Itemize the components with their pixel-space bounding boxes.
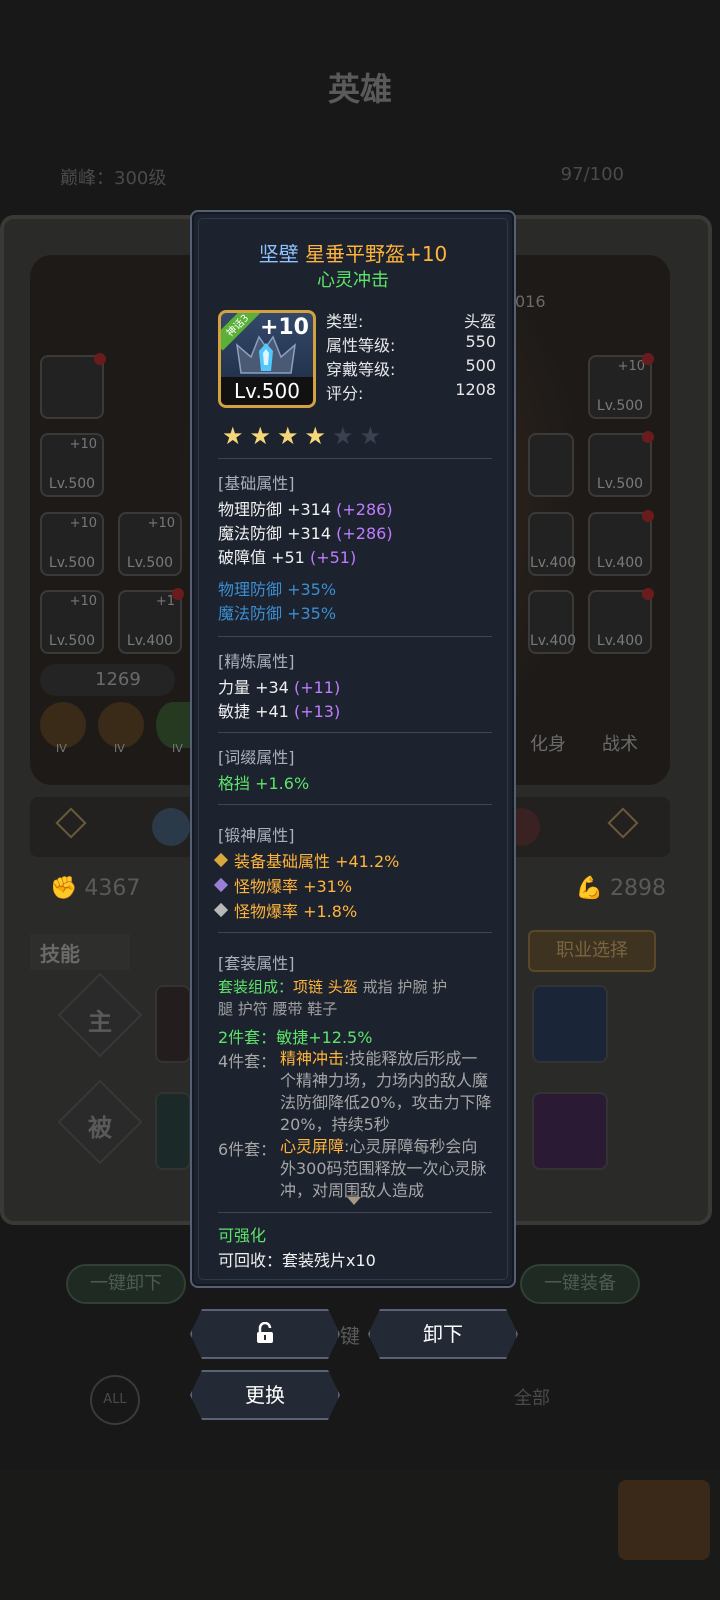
equip-slot[interactable]: +1 Lv.400	[118, 588, 184, 654]
skill-slot[interactable]	[155, 1092, 191, 1170]
bg-key-char: 键	[340, 1324, 360, 1348]
affix-line: 格挡 +1.6%	[218, 774, 310, 793]
skill-slot[interactable]	[532, 985, 608, 1063]
left-power: ✊ 4367	[50, 876, 141, 901]
base-attr-line: 物理防御 +314 (+286)	[218, 500, 393, 519]
set4-desc: 精神冲击:技能释放后形成一个精神力场，力场内的敌人魔法防御降低20%，攻击力下降…	[280, 1049, 492, 1134]
purple-diamond-icon	[213, 877, 229, 893]
equip-slot[interactable]: Lv.400	[588, 588, 654, 654]
star-filled-icon: ★	[222, 422, 244, 450]
all-filter-label[interactable]: 全部	[514, 1384, 550, 1410]
forge-header: [锻神属性]	[218, 826, 295, 845]
base-pct-line: 物理防御 +35%	[218, 580, 337, 599]
unequip-all-button[interactable]: 一键卸下	[66, 1264, 186, 1304]
item-tooltip: 坚壁 星垂平野盔+10 心灵冲击 神话3 +10 Lv.500 类型: 头盔 属性…	[190, 210, 516, 1288]
star-filled-icon: ★	[304, 422, 327, 450]
info-row: 属性等级: 550	[326, 332, 496, 355]
orb-tier-label: IV	[172, 742, 183, 755]
item-name: 星垂平野盔+10	[305, 242, 448, 266]
screen-title: 英雄	[327, 70, 392, 108]
set-header: [套装属性]	[218, 954, 295, 973]
divider	[218, 636, 492, 637]
equip-slot[interactable]: Lv.400	[528, 512, 576, 576]
divider	[218, 458, 492, 459]
equip-all-button[interactable]: 一键装备	[520, 1264, 640, 1304]
refine-line: 力量 +34 (+11)	[218, 678, 341, 697]
item-level: Lv.500	[221, 377, 313, 405]
equip-slot[interactable]	[40, 353, 106, 419]
star-filled-icon: ★	[249, 422, 272, 450]
lock-button[interactable]	[190, 1309, 340, 1359]
base-attr-header: [基础属性]	[218, 474, 295, 493]
skill-slot[interactable]	[155, 985, 191, 1063]
skills-tab[interactable]: 技能	[30, 934, 130, 970]
info-row: 穿戴等级: 500	[326, 356, 496, 379]
forge-line: 怪物爆率 +31%	[212, 873, 352, 897]
orb-tier-label: IV	[56, 742, 67, 755]
orb-tier-label: IV	[114, 742, 125, 755]
item-title: 坚壁 星垂平野盔+10	[192, 238, 514, 267]
base-attr-line: 魔法防御 +314 (+286)	[218, 524, 393, 543]
water-element-icon[interactable]	[152, 808, 190, 846]
scroll-down-icon[interactable]	[347, 1197, 361, 1205]
power-badge: 1269	[40, 664, 175, 696]
unequip-button[interactable]: 卸下	[368, 1309, 518, 1359]
lock-icon	[255, 1322, 275, 1344]
base-pct-line: 魔法防御 +35%	[218, 604, 337, 623]
transform-button[interactable]: 化身	[530, 700, 566, 756]
recycle-label: 可回收：套装残片x10	[218, 1251, 376, 1270]
equip-slot[interactable]	[528, 433, 574, 497]
silver-diamond-icon	[213, 902, 229, 918]
star-empty-icon: ★	[359, 422, 382, 450]
equip-slot[interactable]: +10 Lv.500	[40, 590, 104, 654]
upgradable-label: 可强化	[218, 1226, 267, 1245]
skill-slot[interactable]	[532, 1092, 608, 1170]
forge-line: 怪物爆率 +1.8%	[212, 898, 357, 922]
next-page-arrow[interactable]	[618, 1480, 710, 1560]
base-attr-line: 破障值 +51 (+51)	[218, 548, 357, 567]
star-filled-icon: ★	[277, 422, 299, 450]
set6-label: 6件套：	[218, 1140, 277, 1159]
active-skill-label: 主	[88, 1008, 112, 1036]
divider	[218, 804, 492, 805]
set6-desc: 心灵屏障:心灵屏障每秒会向外300码范围释放一次心灵脉冲，对周围敌人造成	[280, 1137, 487, 1200]
filter-all-icon[interactable]: ALL	[90, 1375, 140, 1425]
enhance-level: +10	[259, 315, 309, 340]
gold-diamond-icon	[213, 852, 229, 868]
forge-line: 装备基础属性 +41.2%	[212, 848, 399, 872]
job-select-button[interactable]: 职业选择	[528, 930, 656, 972]
item-icon: 神话3 +10 Lv.500	[218, 310, 316, 408]
set4-label: 4件套：	[218, 1052, 277, 1071]
set-composition: 套装组成：项链 头盔 戒指 护腕 护	[218, 978, 448, 996]
equip-slot[interactable]: +10 Lv.500	[588, 353, 654, 419]
hero-count: 97/100	[560, 164, 624, 185]
tactics-button[interactable]: 战术	[602, 700, 638, 756]
bottom-nav	[0, 1470, 720, 1600]
equip-slot[interactable]: +10 Lv.500	[40, 512, 104, 576]
item-set-name: 心灵冲击	[317, 270, 389, 291]
equip-slot[interactable]: Lv.400	[528, 590, 576, 654]
equip-slot[interactable]: Lv.500	[588, 431, 654, 497]
refine-header: [精炼属性]	[218, 652, 295, 671]
equip-slot[interactable]: +10 Lv.500	[118, 512, 182, 576]
set2-line: 2件套：敏捷+12.5%	[218, 1028, 373, 1047]
passive-skill-label: 被	[88, 1114, 112, 1142]
affix-header: [词缀属性]	[218, 748, 295, 767]
item-prefix: 坚壁	[258, 242, 299, 266]
star-empty-icon: ★	[332, 422, 354, 450]
info-row: 评分: 1208	[326, 380, 496, 403]
refine-line: 敏捷 +41 (+13)	[218, 702, 341, 721]
peak-level: 巅峰：300级	[60, 168, 167, 189]
right-power: 💪 2898	[575, 876, 666, 901]
replace-button[interactable]: 更换	[190, 1370, 340, 1420]
info-row: 类型: 头盔	[326, 312, 496, 331]
set-composition-cont: 腿 护符 腰带 鞋子	[218, 1000, 338, 1018]
divider	[218, 1212, 492, 1213]
equip-slot[interactable]: +10 Lv.500	[40, 433, 104, 497]
divider	[218, 732, 492, 733]
star-rating: ★ ★ ★ ★ ★ ★	[222, 422, 387, 450]
divider	[218, 932, 492, 933]
equip-slot[interactable]: Lv.400	[588, 510, 654, 576]
partial-number: 016	[515, 292, 546, 311]
